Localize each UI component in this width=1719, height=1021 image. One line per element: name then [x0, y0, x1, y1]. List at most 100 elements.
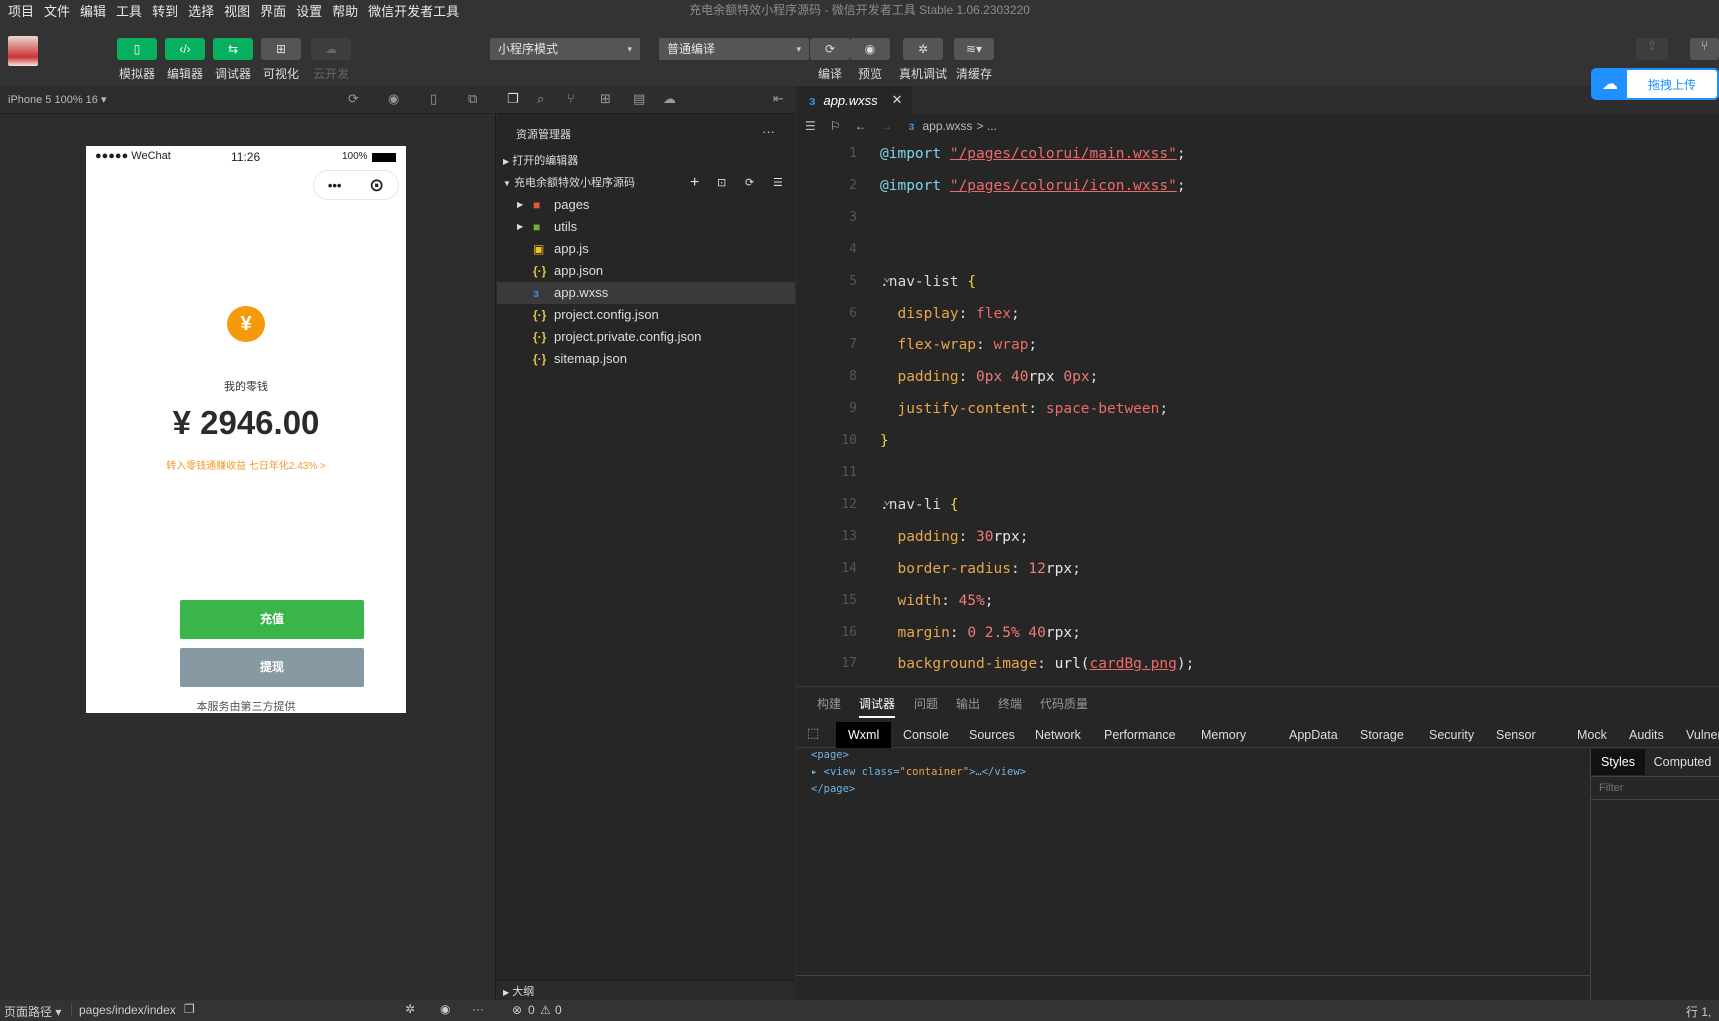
wxml-node[interactable]: </page>: [811, 781, 1026, 798]
menu-item[interactable]: 文件: [44, 1, 70, 20]
extensions-icon[interactable]: ⊞: [600, 91, 611, 107]
eye-icon[interactable]: ◉: [440, 1002, 450, 1016]
collapse-all-icon[interactable]: ☰: [773, 172, 783, 194]
copy-icon[interactable]: ❐: [184, 1002, 195, 1016]
outline-section[interactable]: ▶ 大纲: [497, 980, 795, 1002]
file-item[interactable]: {·} project.private.config.json: [497, 326, 795, 348]
tab-styles[interactable]: Styles: [1591, 749, 1645, 775]
file-item[interactable]: ▶ ■ utils: [497, 216, 795, 238]
close-tab-icon[interactable]: ✕: [892, 92, 903, 108]
breadcrumb-tail[interactable]: > ...: [977, 119, 997, 133]
devtools-tab-vulnerability[interactable]: Vulnerability: [1680, 722, 1719, 748]
code-line[interactable]: @import "/pages/colorui/main.wxss";: [880, 142, 1186, 166]
more-icon[interactable]: •••: [328, 178, 342, 193]
real-debug-button[interactable]: ✲ 真机调试: [899, 38, 947, 82]
back-arrow-icon[interactable]: ←: [855, 119, 867, 133]
detach-window-icon[interactable]: ⧉: [468, 91, 477, 107]
project-section[interactable]: ▼ 充电余额特效小程序源码 + ⊡ ⟳ ☰: [497, 172, 795, 194]
editor-button[interactable]: ‹/› 编辑器: [161, 38, 209, 82]
drag-upload-button[interactable]: ☁ 拖拽上传: [1591, 68, 1719, 100]
mode-select[interactable]: 小程序模式: [490, 38, 640, 60]
preview-button[interactable]: ◉ 预览: [846, 38, 894, 82]
code-line[interactable]: .nav-list {: [880, 270, 976, 294]
menu-item[interactable]: 项目: [8, 1, 34, 20]
menu-item[interactable]: 转到: [152, 1, 178, 20]
new-folder-icon[interactable]: ⊡: [717, 172, 726, 194]
withdraw-button[interactable]: 提现: [180, 648, 364, 687]
devtools-tab-network[interactable]: Network: [1029, 722, 1087, 748]
code-line[interactable]: background-image: url(cardBg.png);: [880, 652, 1194, 676]
devtools-tab-mock[interactable]: Mock: [1571, 722, 1613, 748]
close-circle-icon[interactable]: ⊙: [369, 175, 384, 196]
search-icon[interactable]: ⌕: [537, 91, 544, 107]
bug-icon[interactable]: ✲: [405, 1002, 415, 1016]
code-line[interactable]: display: flex;: [880, 302, 1019, 326]
code-line[interactable]: margin: 0 2.5% 40rpx;: [880, 621, 1080, 645]
tab-app-wxss[interactable]: з app.wxss ✕: [797, 86, 912, 114]
files-icon[interactable]: ❐: [507, 91, 519, 107]
open-editors-section[interactable]: ▶ 打开的编辑器: [497, 150, 795, 172]
devtools-tab-memory[interactable]: Memory: [1195, 722, 1252, 748]
devtools-tab-appdata[interactable]: AppData: [1283, 722, 1344, 748]
panel-tab[interactable]: 终端: [998, 695, 1022, 712]
compile-select[interactable]: 普通编译: [659, 38, 809, 60]
file-item[interactable]: {·} sitemap.json: [497, 348, 795, 370]
version-control-icon[interactable]: ⑂: [1690, 38, 1719, 60]
inspect-element-icon[interactable]: ⬚: [807, 725, 819, 741]
devtools-tab-sources[interactable]: Sources: [963, 722, 1021, 748]
file-item[interactable]: з app.wxss: [497, 282, 795, 304]
error-icon[interactable]: ⊗: [512, 1003, 522, 1017]
devtools-tab-sensor[interactable]: Sensor: [1490, 722, 1542, 748]
panel-tab[interactable]: 输出: [956, 695, 980, 712]
phone-icon[interactable]: ▯: [430, 91, 437, 107]
devtools-tab-storage[interactable]: Storage: [1354, 722, 1410, 748]
rotate-icon[interactable]: ⟳: [348, 91, 359, 107]
cursor-position[interactable]: 行 1,: [1686, 1003, 1711, 1020]
more-icon[interactable]: ···: [762, 124, 775, 139]
wxml-node[interactable]: <page>: [811, 747, 1026, 764]
devtools-tab-audits[interactable]: Audits: [1623, 722, 1670, 748]
code-line[interactable]: padding: 0px 40rpx 0px;: [880, 365, 1098, 389]
panel-tab[interactable]: 问题: [914, 695, 938, 712]
panel-tab[interactable]: 构建: [817, 695, 841, 712]
new-file-icon[interactable]: +: [690, 172, 699, 194]
file-item[interactable]: ▣ app.js: [497, 238, 795, 260]
storage-icon[interactable]: ▤: [633, 91, 645, 107]
code-line[interactable]: @import "/pages/colorui/icon.wxss";: [880, 174, 1186, 198]
cloud-icon[interactable]: ☁: [663, 91, 676, 107]
file-item[interactable]: {·} app.json: [497, 260, 795, 282]
promo-link[interactable]: 转入零钱通赚收益 七日年化2.43% >: [86, 457, 406, 472]
wxml-node[interactable]: ▸ <view class="container">…</view>: [811, 764, 1026, 781]
git-icon[interactable]: ⑂: [567, 91, 575, 106]
code-line[interactable]: .nav-li {: [880, 493, 959, 517]
refresh-icon[interactable]: ⟳: [745, 172, 754, 194]
menu-item[interactable]: 微信开发者工具: [368, 1, 459, 20]
panel-tab[interactable]: 调试器: [859, 695, 896, 718]
menu-item[interactable]: 界面: [260, 1, 286, 20]
page-path-select[interactable]: 页面路径 ▾: [4, 1003, 61, 1020]
code-line[interactable]: border-radius: 12rpx;: [880, 557, 1080, 581]
menu-item[interactable]: 设置: [296, 1, 322, 20]
visual-button[interactable]: ⊞ 可视化: [257, 38, 305, 82]
code-line[interactable]: flex-wrap: wrap;: [880, 333, 1037, 357]
menu-item[interactable]: 视图: [224, 1, 250, 20]
menu-item[interactable]: 选择: [188, 1, 214, 20]
file-item[interactable]: ▶ ■ pages: [497, 194, 795, 216]
menu-item[interactable]: 编辑: [80, 1, 106, 20]
menu-item[interactable]: 工具: [116, 1, 142, 20]
cloud-button[interactable]: ☁ 云开发: [307, 38, 355, 82]
warning-icon[interactable]: ⚠: [540, 1003, 551, 1017]
devtools-tab-performance[interactable]: Performance: [1098, 722, 1182, 748]
forward-arrow-icon[interactable]: →: [881, 119, 893, 133]
devtools-tab-wxml[interactable]: Wxml: [836, 722, 892, 748]
code-line[interactable]: justify-content: space-between;: [880, 397, 1168, 421]
code-line[interactable]: width: 45%;: [880, 589, 993, 613]
record-icon[interactable]: ◉: [388, 91, 399, 107]
devtools-tab-console[interactable]: Console: [897, 722, 955, 748]
devtools-tab-security[interactable]: Security: [1423, 722, 1480, 748]
simulator-button[interactable]: ▯ 模拟器: [113, 38, 161, 82]
expand-arrow-icon[interactable]: ▶: [517, 216, 523, 238]
expand-arrow-icon[interactable]: ▶: [517, 194, 523, 216]
bookmark-icon[interactable]: ⚐: [830, 119, 841, 133]
collapse-panel-icon[interactable]: ⇤: [773, 91, 784, 107]
